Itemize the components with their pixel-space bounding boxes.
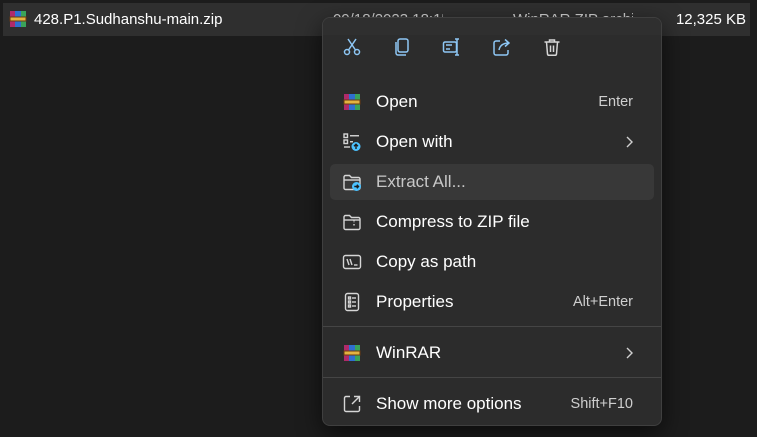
menu-item-label: Open [376, 92, 418, 111]
zip-folder-icon [342, 212, 362, 232]
menu-item-label: Copy as path [376, 252, 477, 271]
menu-separator [323, 377, 661, 378]
menu-item-shortcut: Enter [598, 94, 633, 110]
rename-icon [442, 38, 459, 56]
context-menu: Open Enter Open with Extract All... Comp… [322, 17, 662, 426]
menu-item-show-more-options[interactable]: Show more options Shift+F10 [330, 386, 654, 422]
copy-button[interactable] [385, 28, 419, 66]
menu-item-label: Properties [376, 292, 454, 311]
chevron-right-icon [624, 134, 636, 150]
menu-item-compress-zip[interactable]: Compress to ZIP file [330, 204, 654, 240]
winrar-archive-icon [342, 343, 362, 363]
properties-icon [342, 292, 362, 312]
menu-item-open-with[interactable]: Open with [330, 124, 654, 160]
menu-item-label: Extract All... [376, 172, 466, 191]
menu-item-winrar[interactable]: WinRAR [330, 335, 654, 371]
scissors-icon [343, 38, 361, 56]
file-size: 12,325 KB [675, 11, 746, 28]
menu-item-open[interactable]: Open Enter [330, 84, 654, 120]
winrar-archive-icon [342, 92, 362, 112]
file-name: 428.P1.Sudhanshu-main.zip [34, 11, 223, 28]
menu-item-shortcut: Alt+Enter [572, 294, 633, 310]
rename-button[interactable] [435, 28, 469, 66]
show-more-icon [342, 394, 362, 414]
cut-button[interactable] [335, 28, 369, 66]
menu-item-label: WinRAR [376, 343, 442, 362]
menu-item-properties[interactable]: Properties Alt+Enter [330, 284, 654, 320]
share-icon [493, 38, 511, 56]
trash-icon [544, 39, 560, 57]
share-button[interactable] [485, 28, 519, 66]
menu-item-label: Open with [376, 132, 453, 151]
copy-icon [395, 38, 409, 56]
menu-item-copy-as-path[interactable]: Copy as path [330, 244, 654, 280]
context-menu-toolbar [323, 28, 661, 68]
menu-item-label: Show more options [376, 394, 522, 413]
chevron-right-icon [624, 345, 636, 361]
extract-folder-icon [342, 172, 362, 192]
menu-item-extract-all[interactable]: Extract All... [330, 164, 654, 200]
winrar-archive-icon [9, 10, 27, 28]
open-with-icon [342, 132, 362, 152]
copy-path-icon [342, 252, 362, 272]
menu-item-label: Compress to ZIP file [376, 212, 530, 231]
menu-item-shortcut: Shift+F10 [570, 396, 633, 412]
delete-button[interactable] [535, 28, 569, 66]
menu-separator [323, 326, 661, 327]
